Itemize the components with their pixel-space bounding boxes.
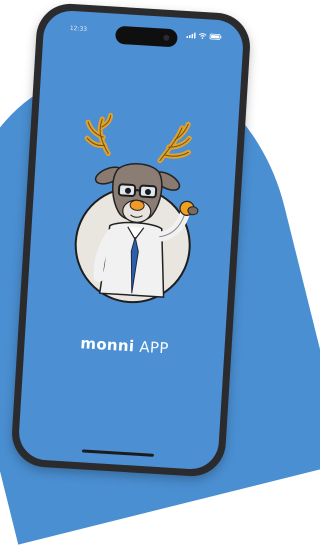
app-brand-name: monni	[80, 334, 135, 355]
phone-frame: 12:33	[10, 2, 252, 478]
signal-icon	[186, 32, 195, 39]
reindeer-mascot-icon	[47, 110, 219, 319]
app-splash-screen: 12:33	[17, 9, 244, 470]
status-icons	[186, 32, 221, 40]
app-title: monni APP	[24, 331, 225, 361]
app-brand-suffix: APP	[139, 338, 169, 358]
battery-icon	[209, 33, 221, 40]
phone-mockup-area: 12:33	[0, 0, 257, 476]
front-camera-icon	[163, 35, 169, 41]
status-bar: 12:33	[43, 19, 244, 51]
dynamic-island	[115, 26, 178, 48]
status-time: 12:33	[70, 25, 88, 33]
wifi-icon	[198, 33, 206, 39]
home-indicator[interactable]	[82, 449, 154, 456]
